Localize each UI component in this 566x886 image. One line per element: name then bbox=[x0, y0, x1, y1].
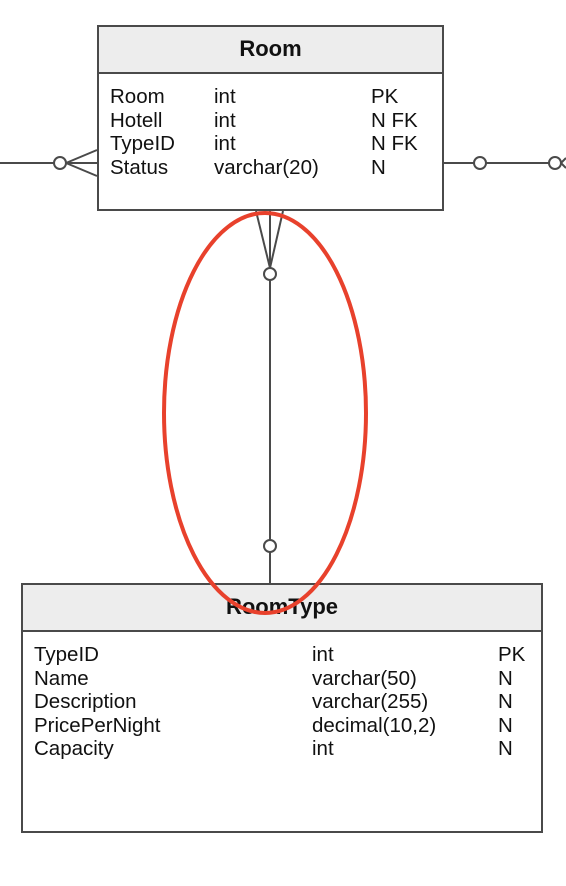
column-key: PK bbox=[371, 85, 399, 108]
zero-optional-circle-icon bbox=[53, 156, 67, 170]
zero-optional-circle-icon bbox=[263, 539, 277, 553]
column-row[interactable]: Name varchar(50) N bbox=[23, 667, 541, 691]
column-key: N bbox=[498, 666, 513, 690]
column-row[interactable]: Capacity int N bbox=[23, 737, 541, 761]
relationship-room-roomtype[interactable] bbox=[255, 210, 284, 583]
column-name: Description bbox=[34, 690, 137, 713]
column-type: int bbox=[312, 643, 334, 666]
column-type: decimal(10,2) bbox=[312, 713, 437, 737]
column-key: PK bbox=[498, 643, 526, 666]
entity-room[interactable]: Room Room int PK Hotell int N FK TypeID … bbox=[97, 25, 444, 211]
column-name: Status bbox=[110, 155, 169, 179]
column-name: TypeID bbox=[34, 643, 99, 666]
column-key: N FK bbox=[371, 132, 418, 155]
entity-columns: Room int PK Hotell int N FK TypeID int N… bbox=[99, 74, 442, 179]
column-type: int bbox=[214, 85, 236, 108]
entity-title: Room bbox=[99, 27, 442, 74]
column-type: varchar(50) bbox=[312, 666, 417, 690]
column-type: varchar(255) bbox=[312, 690, 429, 713]
column-type: int bbox=[214, 132, 236, 155]
column-row[interactable]: PricePerNight decimal(10,2) N bbox=[23, 714, 541, 738]
column-type: int bbox=[312, 737, 334, 760]
zero-optional-circle-icon bbox=[548, 156, 562, 170]
column-type: varchar(20) bbox=[214, 155, 319, 179]
entity-roomtype[interactable]: RoomType TypeID int PK Name varchar(50) … bbox=[21, 583, 543, 833]
column-key: N bbox=[498, 690, 513, 713]
column-row[interactable]: TypeID int PK bbox=[23, 643, 541, 667]
column-name: Hotell bbox=[110, 108, 163, 132]
zero-optional-circle-icon bbox=[263, 267, 277, 281]
column-row[interactable]: Description varchar(255) N bbox=[23, 690, 541, 714]
column-key: N FK bbox=[371, 108, 418, 132]
column-name: TypeID bbox=[110, 132, 175, 155]
entity-title: RoomType bbox=[23, 585, 541, 632]
column-key: N bbox=[371, 155, 386, 179]
column-key: N bbox=[498, 737, 513, 760]
relationship-room-right[interactable] bbox=[444, 156, 566, 170]
column-name: Capacity bbox=[34, 737, 114, 760]
column-name: Room bbox=[110, 85, 165, 108]
entity-columns: TypeID int PK Name varchar(50) N Descrip… bbox=[23, 632, 541, 761]
column-type: int bbox=[214, 108, 236, 132]
column-row[interactable]: Room int PK bbox=[99, 85, 442, 109]
column-name: PricePerNight bbox=[34, 713, 161, 737]
zero-optional-circle-icon bbox=[473, 156, 487, 170]
column-name: Name bbox=[34, 666, 89, 690]
relationship-room-left[interactable] bbox=[0, 149, 98, 177]
column-key: N bbox=[498, 713, 513, 737]
column-row[interactable]: Hotell int N FK bbox=[99, 109, 442, 133]
column-row[interactable]: Status varchar(20) N bbox=[99, 156, 442, 180]
column-row[interactable]: TypeID int N FK bbox=[99, 132, 442, 156]
